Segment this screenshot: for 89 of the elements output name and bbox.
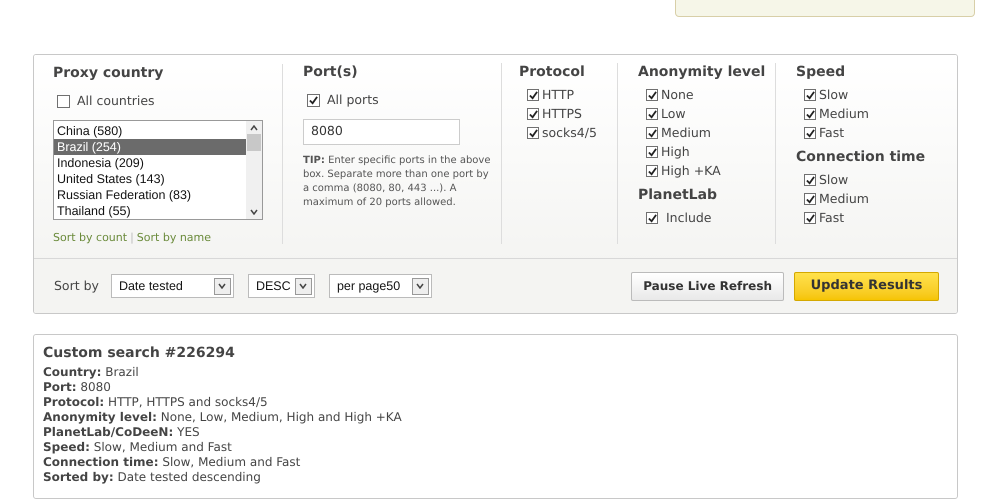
checkbox[interactable] [527,89,539,101]
checkbox-label: High +KA [661,163,721,179]
summary-line: Connection time: Slow, Medium and Fast [43,455,302,470]
dropdown[interactable]: per page50 [328,274,432,298]
check-icon [806,214,814,222]
checkbox[interactable] [804,193,816,205]
checkbox[interactable] [646,165,658,177]
checkbox[interactable] [804,89,816,101]
summary-line: Port: 8080 [43,380,112,395]
check-icon [648,148,656,156]
checkbox-label: socks4/5 [542,125,597,141]
check-icon [648,110,656,118]
checkbox[interactable] [646,108,658,120]
checkbox-label: All ports [327,91,379,109]
checkbox[interactable] [646,127,658,139]
section-title: Proxy country [53,64,164,82]
list-option[interactable]: United States (143) [54,170,246,187]
list-option[interactable]: Indonesia (209) [54,154,246,171]
summary-line: Speed: Slow, Medium and Fast [43,440,233,455]
check-icon [806,90,814,100]
check-icon [309,96,318,105]
check-icon [806,110,814,118]
checkbox-label: None [661,87,694,103]
check-icon [806,176,814,184]
check-icon [528,128,538,138]
summary-line: Country: Brazil [43,365,140,380]
checkbox[interactable] [804,212,816,224]
checkbox-label: HTTP [542,87,574,103]
list-option[interactable]: China (580) [54,122,246,139]
list-option[interactable]: Brazil (254) [54,138,246,155]
section-title: Port(s) [303,63,359,81]
checkbox-label: HTTPS [542,106,582,122]
separator: | [130,230,134,244]
caret-icon [214,278,231,294]
scrollbar[interactable] [246,120,262,219]
checkbox-label: Low [661,106,686,122]
section-title: Anonymity level [638,63,766,81]
check-icon [806,194,814,204]
sort-link[interactable]: Sort by name [136,230,212,244]
section-title: Speed [796,63,846,81]
checkbox-label: Include [666,210,712,226]
check-icon [648,128,656,138]
checkbox-label: Medium [661,125,711,141]
dropdown[interactable]: Date tested [110,274,234,298]
checkbox[interactable] [527,108,539,120]
checkbox-label: Slow [819,172,848,188]
checkbox[interactable] [646,212,658,224]
checkbox-label: Medium [819,106,869,122]
checkbox[interactable] [804,174,816,186]
pause-button[interactable]: Pause Live Refresh [631,272,784,300]
summary-line: PlanetLab/CoDeeN: YES [43,425,201,440]
checkbox[interactable] [57,94,70,108]
dropdown[interactable]: DESC [248,274,315,298]
summary-title: Custom search #226294 [43,344,236,363]
caret-icon [294,278,312,294]
checkbox[interactable] [804,127,816,139]
check-icon [648,90,656,100]
section-title: PlanetLab [638,186,718,204]
checkbox-label: Slow [819,87,848,103]
check-icon [806,128,814,138]
checkbox[interactable] [804,108,816,120]
checkbox[interactable] [646,146,658,158]
section-title: Connection time [796,148,926,166]
tip-text: TIP: Enter specific ports in the above box. Separate more than one port by a comma (8080, 80, 443 ...). A maximum of 20 ports allowed. [303,154,491,210]
summary-line: Sorted by: Date tested descending [43,470,262,485]
checkbox-label: Medium [819,191,869,207]
checkbox[interactable] [646,89,658,101]
checkbox[interactable] [527,127,539,139]
sort-link[interactable]: Sort by count [53,230,128,244]
check-icon [648,214,656,222]
checkbox-label: High [661,144,690,160]
port-input[interactable]: 8080 [303,118,460,145]
checkbox-label: All countries [77,92,155,110]
update-button[interactable]: Update Results [794,272,939,300]
checkbox-label: Fast [819,210,844,226]
list-option[interactable]: Thailand (55) [54,202,246,219]
checkbox[interactable] [307,94,320,107]
list-option[interactable]: Russian Federation (83) [54,186,246,203]
summary-line: Anonymity level: None, Low, Medium, High and High +KA [43,410,403,425]
check-icon [648,166,656,176]
country-list[interactable]: China (580) Brazil (254) Indonesia (209) United States (143) Russian Federation (83) Thailand (55) [53,120,263,220]
scrollbar-thumb[interactable] [247,134,261,151]
check-icon [528,110,538,118]
check-icon [528,90,538,100]
summary-line: Protocol: HTTP, HTTPS and socks4/5 [43,395,269,410]
caret-icon [412,278,429,294]
section-title: Protocol [519,63,586,81]
sort-label: Sort by [54,276,99,295]
checkbox-label: Fast [819,125,844,141]
